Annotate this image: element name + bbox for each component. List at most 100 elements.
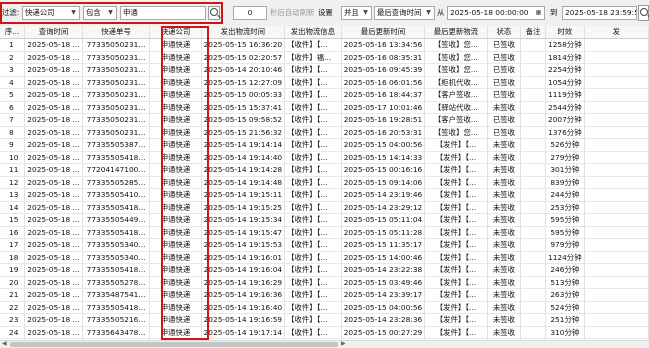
table-row[interactable]: 10 2025-05-18 ... 77335505418... 申通快递 2025-0…: [0, 151, 649, 164]
cell-extra: [584, 176, 649, 189]
cell-duration: 2254分钟: [545, 63, 585, 77]
cell-courier: 申通快递: [149, 176, 202, 189]
cell-last-update-time: 2025-05-14 23:29:12: [341, 201, 426, 214]
cell-last-update-time: 2025-05-14 23:19:46: [341, 188, 426, 202]
table-row[interactable]: 2 2025-05-18 ... 77335050231... 申通快递 2025-05…: [0, 51, 649, 64]
cell-seq: 3: [0, 63, 26, 77]
table-row[interactable]: 24 2025-05-18 ... 77335643478... 申通快递 2025-0…: [0, 326, 649, 339]
column-header-sent-info[interactable]: 发出物流信息: [284, 26, 342, 39]
table-row[interactable]: 19 2025-05-18 ... 77335505418... 申通快递 2025-0…: [0, 263, 649, 277]
cell-extra: [584, 51, 649, 64]
calendar-icon[interactable]: ▦: [534, 7, 543, 19]
cell-extra: [584, 288, 649, 302]
table-row[interactable]: 8 2025-05-18 ... 77335050231... 申通快递 2025-05…: [0, 126, 649, 139]
cell-status: 未签收: [487, 301, 522, 314]
cell-query-time: 2025-05-18 ...: [24, 213, 83, 227]
scroll-left-icon[interactable]: ◀: [2, 340, 7, 347]
filter-keyword-value: 申通: [123, 8, 138, 17]
cell-query-time: 2025-05-18 ...: [24, 263, 83, 277]
cell-duration: 839分钟: [545, 176, 585, 189]
column-header-status[interactable]: 状态: [487, 26, 522, 39]
cell-remark: [520, 151, 546, 164]
table-row[interactable]: 3 2025-05-18 ... 77335050231... 申通快递 2025-05…: [0, 63, 649, 77]
filter-operator-select[interactable]: 包含 ▼: [83, 6, 117, 20]
settings-link[interactable]: 设置: [318, 6, 333, 20]
cell-tracking-no: 77335050231...: [82, 76, 151, 89]
cell-query-time: 2025-05-18 ...: [24, 88, 83, 102]
to-datetime-picker[interactable]: 2025-05-18 23:59:59: [562, 6, 637, 20]
cell-sent-info: 【收件】【...: [284, 226, 342, 239]
column-header-query-time[interactable]: 查询时间: [24, 26, 83, 39]
cell-remark: [520, 63, 546, 77]
table-row[interactable]: 14 2025-05-18 ... 77335505418... 申通快递 2025-0…: [0, 201, 649, 214]
cell-last-update-info: 【发件】【...: [424, 251, 488, 264]
cell-tracking-no: 77335505285...: [82, 176, 151, 189]
table-row[interactable]: 5 2025-05-18 ... 77335050231... 申通快递 2025-05…: [0, 88, 649, 102]
auto-refresh-label: 秒后自动刷新: [270, 8, 315, 17]
cell-duration: 595分钟: [545, 226, 585, 239]
column-header-duration[interactable]: 时效: [545, 26, 585, 39]
column-header-sent-time[interactable]: 发出物流时间: [201, 26, 286, 39]
table-row[interactable]: 12 2025-05-18 ... 77335505285... 申通快递 2025-0…: [0, 176, 649, 189]
table-row[interactable]: 9 2025-05-18 ... 77335505387... 申通快递 2025-05…: [0, 138, 649, 152]
cell-sent-info: 【收件】【...: [284, 201, 342, 214]
cell-sent-info: 【收件】【...: [284, 288, 342, 302]
logic-select[interactable]: 并且 ▼: [341, 6, 372, 20]
cell-sent-time: 2025-05-14 19:16:29: [201, 276, 286, 289]
table-row[interactable]: 22 2025-05-18 ... 77335505418... 申通快递 2025-0…: [0, 301, 649, 314]
cell-duration: 263分钟: [545, 288, 585, 302]
filter-field-select[interactable]: 快递公司 ▼: [22, 6, 80, 20]
refresh-interval-input[interactable]: 0: [233, 6, 267, 20]
scroll-right-icon[interactable]: ▶: [341, 340, 346, 347]
cell-last-update-time: 2025-05-15 14:14:33: [341, 151, 426, 164]
cell-sent-info: 【收件】【...: [284, 138, 342, 152]
column-header-last-update-info[interactable]: 最后更新物流: [424, 26, 488, 39]
scrollbar-thumb[interactable]: [10, 342, 338, 347]
date-field-select[interactable]: 最后查询时间 ▼: [374, 6, 435, 20]
cell-remark: [520, 301, 546, 314]
cell-sent-info: 【收件】【...: [284, 238, 342, 252]
cell-courier: 申通快递: [149, 213, 202, 227]
query-button[interactable]: [638, 5, 649, 21]
date-field-value: 最后查询时间: [377, 8, 422, 17]
cell-query-time: 2025-05-18 ...: [24, 276, 83, 289]
table-row[interactable]: 15 2025-05-18 ... 77335505449... 申通快递 2025-0…: [0, 213, 649, 227]
cell-courier: 申通快递: [149, 76, 202, 89]
table-row[interactable]: 18 2025-05-18 ... 77335505340... 申通快递 2025-0…: [0, 251, 649, 264]
table-row[interactable]: 1 2025-05-18 ... 77335050231... 申通快递 2025-05…: [0, 38, 649, 52]
cell-seq: 5: [0, 88, 26, 102]
column-header-last-update-time[interactable]: 最后更新时间: [341, 26, 426, 39]
column-header-seq[interactable]: 序...: [0, 26, 26, 39]
table-row[interactable]: 4 2025-05-18 ... 77335050231... 申通快递 2025-05…: [0, 76, 649, 89]
table-row[interactable]: 16 2025-05-18 ... 77335505418... 申通快递 2025-0…: [0, 226, 649, 239]
table-row[interactable]: 11 2025-05-18 ... 77204147100... 申通快递 2025-0…: [0, 163, 649, 177]
cell-seq: 18: [0, 251, 26, 264]
filter-keyword-input[interactable]: 申通: [120, 6, 206, 20]
cell-remark: [520, 101, 546, 114]
table-row[interactable]: 23 2025-05-18 ... 77335505216... 申通快递 2025-0…: [0, 313, 649, 327]
cell-last-update-info: 【发件】【...: [424, 301, 488, 314]
table-row[interactable]: 21 2025-05-18 ... 77335487541... 申通快递 2025-0…: [0, 288, 649, 302]
cell-last-update-info: 【发件】【...: [424, 188, 488, 202]
column-header-extra[interactable]: 发: [584, 26, 649, 39]
column-header-remark[interactable]: 备注: [520, 26, 546, 39]
table-row[interactable]: 13 2025-05-18 ... 77335505410... 申通快递 2025-0…: [0, 188, 649, 202]
table-row[interactable]: 7 2025-05-18 ... 77335050231... 申通快递 2025-05…: [0, 113, 649, 127]
refresh-interval-value: 0: [247, 8, 253, 17]
cell-sent-info: 【收件】【...: [284, 126, 342, 139]
results-table: 序... 查询时间 快递单号 快递公司 发出物流时间 发出物流信息 最后更新时间…: [0, 26, 649, 340]
filter-search-button[interactable]: [208, 6, 220, 20]
cell-courier: 申通快递: [149, 276, 202, 289]
column-header-tracking-no[interactable]: 快递单号: [82, 26, 151, 39]
column-header-courier[interactable]: 快递公司: [149, 26, 202, 39]
from-datetime-picker[interactable]: 2025-05-18 00:00:00 ▦: [447, 6, 545, 20]
table-row[interactable]: 20 2025-05-18 ... 77335505278... 申通快递 2025-0…: [0, 276, 649, 289]
table-row[interactable]: 17 2025-05-18 ... 77335505340... 申通快递 2025-0…: [0, 238, 649, 252]
cell-query-time: 2025-05-18 ...: [24, 301, 83, 314]
cell-sent-time: 2025-05-14 19:15:11: [201, 188, 286, 202]
chevron-down-icon: ▼: [426, 9, 431, 16]
cell-last-update-time: 2025-05-15 04:00:56: [341, 301, 426, 314]
table-row[interactable]: 6 2025-05-18 ... 77335050231... 申通快递 2025-05…: [0, 101, 649, 114]
cell-extra: [584, 163, 649, 177]
cell-seq: 6: [0, 101, 26, 114]
